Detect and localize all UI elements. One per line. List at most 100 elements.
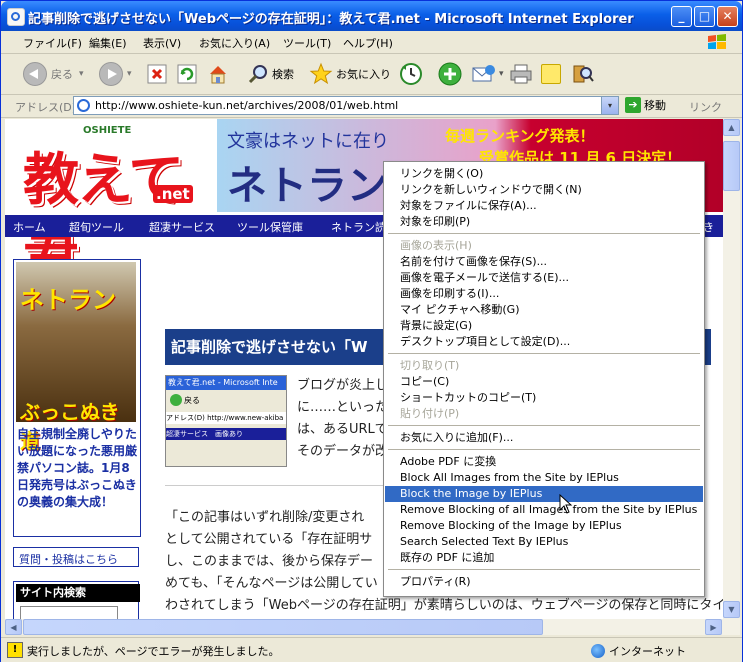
question-link[interactable]: 質問・投稿はこちら xyxy=(13,547,139,567)
warning-icon[interactable]: ! xyxy=(7,642,23,658)
context-menu-item[interactable]: リンクを開く(O) xyxy=(385,166,703,182)
minimize-button[interactable]: _ xyxy=(671,6,692,27)
horizontal-scrollbar[interactable]: ◀ ▶ xyxy=(5,619,723,635)
context-menu-item[interactable]: コピー(C) xyxy=(385,374,703,390)
browser-window: 記事削除で逃げさせない「Webページの存在証明」：教えて君.net - Micr… xyxy=(0,0,743,662)
context-menu-item[interactable]: Remove Blocking of the Image by IEPlus xyxy=(385,518,703,534)
favorites-button[interactable]: お気に入り xyxy=(309,60,391,88)
edit-button[interactable] xyxy=(541,60,561,88)
print-button[interactable] xyxy=(509,60,533,88)
menu-file[interactable]: ファイル(F) xyxy=(23,35,82,51)
stop-button[interactable] xyxy=(147,60,167,88)
page-icon xyxy=(77,99,90,112)
nav-netoran[interactable]: ネトラン読 xyxy=(331,219,386,235)
nav-more[interactable]: きは xyxy=(703,219,723,251)
menu-help[interactable]: ヘルプ(H) xyxy=(343,35,393,51)
context-menu-item[interactable]: 画像を電子メールで送信する(E)... xyxy=(385,270,703,286)
magazine-title: ネトラン xyxy=(20,286,116,314)
go-label: 移動 xyxy=(644,99,666,112)
scroll-left-button[interactable]: ◀ xyxy=(5,619,22,635)
context-menu-item[interactable]: デスクトップ項目として設定(D)... xyxy=(385,334,703,350)
address-url[interactable]: http://www.oshiete-kun.net/archives/2008… xyxy=(95,99,398,112)
maximize-button[interactable]: □ xyxy=(694,6,715,27)
site-logo[interactable]: OSHIETE 教えて君 .net xyxy=(19,125,219,294)
mail-icon xyxy=(472,65,495,82)
nav-home[interactable]: ホーム xyxy=(13,219,46,235)
go-arrow-icon: ➔ xyxy=(625,97,641,113)
address-input[interactable]: http://www.oshiete-kun.net/archives/2008… xyxy=(73,96,619,115)
context-menu-item[interactable]: Remove Blocking of all Images from the S… xyxy=(385,502,703,518)
context-menu-item[interactable]: Search Selected Text By IEPlus xyxy=(385,534,703,550)
security-zone[interactable]: インターネット xyxy=(591,643,686,659)
hscroll-thumb[interactable] xyxy=(23,619,543,635)
back-dropdown-icon[interactable]: ▾ xyxy=(79,69,84,79)
thumb-toolbar: 戻る xyxy=(170,394,200,406)
context-menu-item[interactable]: マイ ピクチャへ移動(G) xyxy=(385,302,703,318)
context-menu-item: 貼り付け(P) xyxy=(400,407,460,420)
mail-button[interactable]: ▾ xyxy=(471,60,504,88)
toolbar: 戻る ▾ ▾ 検索 お気に入り ▾ xyxy=(1,54,742,95)
context-menu-item[interactable]: Adobe PDF に変換 xyxy=(385,454,703,470)
magazine-box[interactable]: ネトラン ぶっこぬき道 自主規制全廃しやりたい放題になった悪用厳禁パソコン誌。1… xyxy=(13,259,141,537)
address-dropdown-icon[interactable]: ▾ xyxy=(601,97,618,114)
nav-tools[interactable]: 超旬ツール xyxy=(69,219,124,235)
context-menu-item[interactable]: リンクを新しいウィンドウで開く(N) xyxy=(385,182,703,198)
thumb-back-label: 戻る xyxy=(184,395,200,405)
article-thumbnail[interactable]: 教えて君.net - Microsoft Inte 戻る アドレス(D) htt… xyxy=(165,375,287,467)
home-button[interactable] xyxy=(207,60,229,88)
menu-favorites[interactable]: お気に入り(A) xyxy=(199,35,270,51)
printer-icon xyxy=(510,64,532,84)
mail-dropdown-icon[interactable]: ▾ xyxy=(499,69,504,79)
thumb-address-label: アドレス(D) xyxy=(166,414,205,422)
messenger-button[interactable] xyxy=(437,60,463,88)
back-button[interactable]: 戻る ▾ xyxy=(23,60,84,88)
nav-archive[interactable]: ツール保管庫 xyxy=(237,219,303,235)
context-menu-item[interactable]: お気に入りに追加(F)... xyxy=(385,430,703,446)
context-menu-item[interactable]: プロパティ(R) xyxy=(385,574,703,590)
context-menu-item[interactable]: 対象を印刷(P) xyxy=(385,214,703,230)
refresh-icon xyxy=(177,64,197,84)
title-bar[interactable]: 記事削除で逃げさせない「Webページの存在証明」：教えて君.net - Micr… xyxy=(1,1,742,31)
context-menu-item[interactable]: Block All Images from the Site by IEPlus xyxy=(385,470,703,486)
context-menu-item[interactable]: 背景に設定(G) xyxy=(385,318,703,334)
context-menu-item[interactable]: ショートカットのコピー(T) xyxy=(385,390,703,406)
globe-icon xyxy=(591,644,605,658)
context-menu-item[interactable]: 画像を印刷する(I)... xyxy=(385,286,703,302)
links-button[interactable]: リンク xyxy=(689,99,722,115)
article-line-4: めても、「そんなページは公開してい xyxy=(165,576,378,591)
magazine-cover-image[interactable]: ネトラン ぶっこぬき道 xyxy=(16,262,136,453)
research-button[interactable] xyxy=(571,60,595,88)
menu-view[interactable]: 表示(V) xyxy=(143,35,181,51)
menu-separator xyxy=(388,233,700,234)
scroll-right-button[interactable]: ▶ xyxy=(705,619,722,635)
menu-tools[interactable]: ツール(T) xyxy=(283,35,331,51)
scroll-up-button[interactable]: ▲ xyxy=(723,119,740,136)
site-search-title: サイト内検索 xyxy=(16,584,140,602)
scroll-down-button[interactable]: ▼ xyxy=(723,601,740,618)
forward-dropdown-icon[interactable]: ▾ xyxy=(127,69,132,79)
context-menu-item[interactable]: Block the Image by IEPlus xyxy=(385,486,703,502)
magazine-text[interactable]: 自主規制全廃しやりたい放題になった悪用厳禁パソコン誌。1月8日発売号はぶっこぬき… xyxy=(17,426,137,511)
windows-logo-icon xyxy=(708,34,726,49)
search-label: 検索 xyxy=(272,68,294,81)
go-button[interactable]: ➔ 移動 xyxy=(625,97,666,113)
plus-circle-icon xyxy=(438,62,462,86)
thumb-address: アドレス(D) http://www.new-akiba xyxy=(166,412,286,424)
history-button[interactable] xyxy=(399,60,423,88)
context-menu-item[interactable]: 対象をファイルに保存(A)... xyxy=(385,198,703,214)
context-menu-item[interactable]: 既存の PDF に追加 xyxy=(385,550,703,566)
forward-button[interactable]: ▾ xyxy=(99,60,132,88)
window-title: 記事削除で逃げさせない「Webページの存在証明」：教えて君.net - Micr… xyxy=(28,12,634,27)
ie-icon xyxy=(7,8,25,26)
refresh-button[interactable] xyxy=(177,60,197,88)
menu-separator xyxy=(388,449,700,450)
nav-services[interactable]: 超凄サービス xyxy=(149,219,215,235)
scroll-thumb[interactable] xyxy=(723,141,740,191)
menu-edit[interactable]: 編集(E) xyxy=(89,35,127,51)
search-button[interactable]: 検索 xyxy=(247,60,294,88)
mouse-cursor-icon xyxy=(559,494,573,514)
vertical-scrollbar[interactable]: ▲ ▼ xyxy=(723,119,740,635)
article-line-2: として公開されている「存在証明サ xyxy=(165,532,373,547)
close-button[interactable]: ✕ xyxy=(717,6,738,27)
context-menu-item[interactable]: 名前を付けて画像を保存(S)... xyxy=(385,254,703,270)
